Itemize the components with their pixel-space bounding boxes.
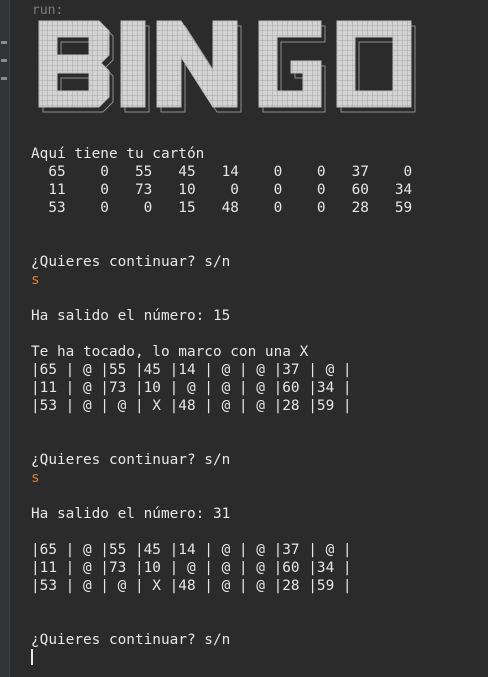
user-input-line: s bbox=[31, 470, 40, 486]
console-line: ¿Quieres continuar? s/n bbox=[31, 632, 231, 648]
console-line: 11 0 73 10 0 0 0 60 34 bbox=[31, 182, 413, 198]
bingo-ascii-banner bbox=[37, 15, 427, 115]
console-line: |11 | @ |73 |10 | @ | @ | @ |60 |34 | bbox=[31, 560, 352, 576]
console-line: |65 | @ |55 |45 |14 | @ | @ |37 | @ | bbox=[31, 362, 352, 378]
banner-letter-i bbox=[120, 20, 146, 108]
console-line: Ha salido el número: 15 bbox=[31, 308, 231, 324]
console-line: |65 | @ |55 |45 |14 | @ | @ |37 | @ | bbox=[31, 542, 352, 558]
console-line: ¿Quieres continuar? s/n bbox=[31, 452, 231, 468]
console-line: |53 | @ | @ | X |48 | @ | @ |28 |59 | bbox=[31, 578, 352, 594]
console-line: Aquí tiene tu cartón bbox=[31, 146, 205, 162]
gutter-marker bbox=[1, 77, 7, 80]
console-line: |53 | @ | @ | X |48 | @ | @ |28 |59 | bbox=[31, 398, 352, 414]
gutter-marker bbox=[1, 41, 7, 44]
gutter-marker bbox=[1, 59, 7, 62]
banner-letter-o bbox=[336, 20, 412, 108]
bingo-banner-art bbox=[38, 20, 416, 113]
user-input-line: s bbox=[31, 272, 40, 288]
console-output[interactable]: Aquí tiene tu cartón 65 0 55 45 14 0 0 3… bbox=[31, 145, 412, 667]
console-line: 53 0 0 15 48 0 0 28 59 bbox=[31, 200, 413, 216]
banner-letter-b bbox=[38, 20, 110, 108]
run-console[interactable]: run: Aquí tiene tu cartón 65 0 55 45 14 … bbox=[9, 0, 488, 677]
console-line: ¿Quieres continuar? s/n bbox=[31, 254, 231, 270]
text-cursor bbox=[31, 649, 33, 665]
banner-letter-n bbox=[156, 20, 238, 108]
input-cursor-line bbox=[31, 649, 412, 667]
console-line: Te ha tocado, lo marco con una X bbox=[31, 344, 309, 360]
console-line: Ha salido el número: 31 bbox=[31, 506, 231, 522]
banner-letter-g bbox=[258, 20, 322, 108]
console-line: 65 0 55 45 14 0 0 37 0 bbox=[31, 164, 413, 180]
console-line: |11 | @ |73 |10 | @ | @ | @ |60 |34 | bbox=[31, 380, 352, 396]
